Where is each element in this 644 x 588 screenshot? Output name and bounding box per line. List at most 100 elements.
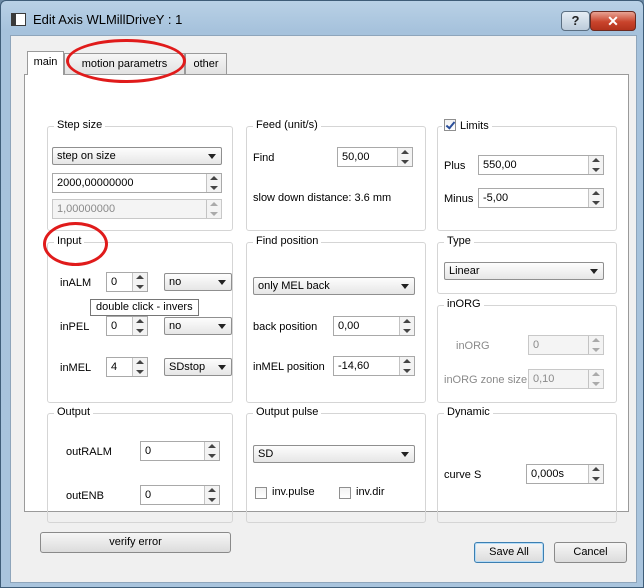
- spin-buttons[interactable]: [397, 148, 412, 166]
- spin-buttons[interactable]: [206, 174, 221, 192]
- spin-buttons[interactable]: [588, 189, 603, 207]
- spin-up-icon: [592, 372, 600, 376]
- pulse-mode-combo[interactable]: SD: [253, 445, 415, 463]
- spin-up-icon: [401, 150, 409, 154]
- outenb-spin[interactable]: 0: [140, 485, 220, 505]
- spin-up-icon: [210, 202, 218, 206]
- group-output: Output outRALM 0 outENB 0: [47, 406, 233, 523]
- help-button[interactable]: ?: [561, 11, 590, 31]
- inmel-label: inMEL: [60, 362, 92, 374]
- spin-up-icon: [210, 176, 218, 180]
- tab-other[interactable]: other: [185, 53, 227, 74]
- inmel-position-spin[interactable]: -14,60: [333, 356, 415, 376]
- spin-up-icon: [208, 488, 216, 492]
- spin-up-icon: [592, 338, 600, 342]
- annotation-ellipse-inalm: [43, 222, 108, 266]
- inpel-spin[interactable]: 0: [106, 316, 148, 336]
- spin-down-icon: [136, 285, 144, 289]
- combo-value: no: [169, 320, 182, 332]
- chevron-down-icon: [218, 365, 226, 370]
- group-type: Type Linear: [437, 235, 617, 294]
- spin-down-icon: [210, 212, 218, 216]
- chevron-down-icon: [218, 324, 226, 329]
- verify-error-button[interactable]: verify error: [40, 532, 231, 553]
- cancel-button[interactable]: Cancel: [554, 542, 627, 563]
- inorg-zone-label: inORG zone size: [444, 374, 528, 386]
- outralm-spin[interactable]: 0: [140, 441, 220, 461]
- limit-minus-spin[interactable]: -5,00: [478, 188, 604, 208]
- inalm-spin[interactable]: 0: [106, 272, 148, 292]
- chevron-down-icon: [218, 280, 226, 285]
- spin-buttons[interactable]: [132, 317, 147, 335]
- step-size-secondary-spin: 1,00000000: [52, 199, 222, 219]
- combo-value: no: [169, 276, 182, 288]
- inmel-spin[interactable]: 4: [106, 357, 148, 377]
- window-title: Edit Axis WLMillDriveY : 1: [33, 12, 183, 27]
- group-title: inORG: [444, 298, 484, 310]
- inmel-mode-combo[interactable]: SDstop: [164, 358, 232, 376]
- group-limits: Limits Plus 550,00 Minus -5,00: [437, 119, 617, 231]
- find-mode-combo[interactable]: only MEL back: [253, 277, 415, 295]
- spin-buttons[interactable]: [204, 486, 219, 504]
- spin-down-icon: [401, 160, 409, 164]
- spin-buttons: [588, 336, 603, 354]
- spin-value: 4: [111, 361, 118, 373]
- group-title: Output pulse: [253, 406, 322, 418]
- minus-label: Minus: [444, 193, 474, 205]
- inorg-spin: 0: [528, 335, 604, 355]
- spin-value: 0: [533, 339, 540, 351]
- spin-buttons: [206, 200, 221, 218]
- step-size-spin[interactable]: 2000,00000000: [52, 173, 222, 193]
- inv-pulse-checkbox[interactable]: [255, 487, 267, 499]
- spin-value: 0: [145, 489, 152, 501]
- spin-up-icon: [136, 360, 144, 364]
- tab-main[interactable]: main: [27, 51, 64, 75]
- curve-s-label: curve S: [444, 469, 482, 481]
- spin-down-icon: [592, 168, 600, 172]
- step-mode-combo[interactable]: step on size: [52, 147, 222, 165]
- group-title: Feed (unit/s): [253, 119, 321, 131]
- curve-s-spin[interactable]: 0,000s: [526, 464, 604, 484]
- inpel-label: inPEL: [60, 321, 90, 333]
- combo-value: SDstop: [169, 361, 206, 373]
- annotation-ellipse-tab: [66, 39, 186, 83]
- spin-buttons[interactable]: [588, 465, 603, 483]
- find-label: Find: [253, 152, 275, 164]
- group-title: Output: [54, 406, 94, 418]
- spin-buttons[interactable]: [588, 156, 603, 174]
- titlebar[interactable]: Edit Axis WLMillDriveY : 1 ? ✕: [1, 1, 643, 35]
- spin-value: 50,00: [342, 151, 370, 163]
- type-combo[interactable]: Linear: [444, 262, 604, 280]
- limit-plus-spin[interactable]: 550,00: [478, 155, 604, 175]
- spin-buttons[interactable]: [132, 273, 147, 291]
- inalm-mode-combo[interactable]: no: [164, 273, 232, 291]
- limits-checkbox[interactable]: [444, 119, 456, 131]
- inpel-mode-combo[interactable]: no: [164, 317, 232, 335]
- spin-value: 0,10: [533, 373, 555, 385]
- tooltip: double click - invers: [90, 299, 199, 316]
- save-all-button[interactable]: Save All: [474, 542, 544, 563]
- outenb-label: outENB: [66, 490, 104, 502]
- spin-up-icon: [592, 158, 600, 162]
- spin-down-icon: [592, 348, 600, 352]
- spin-buttons[interactable]: [204, 442, 219, 460]
- spin-value: -5,00: [483, 192, 509, 204]
- outralm-label: outRALM: [66, 446, 112, 458]
- back-position-spin[interactable]: 0,00: [333, 316, 415, 336]
- spin-down-icon: [403, 329, 411, 333]
- find-feed-spin[interactable]: 50,00: [337, 147, 413, 167]
- combo-value: Linear: [449, 265, 480, 277]
- group-title: Find position: [253, 235, 322, 247]
- inv-dir-checkbox[interactable]: [339, 487, 351, 499]
- spin-buttons[interactable]: [399, 317, 414, 335]
- close-button[interactable]: ✕: [590, 11, 636, 31]
- spin-buttons[interactable]: [132, 358, 147, 376]
- spin-down-icon: [136, 329, 144, 333]
- plus-label: Plus: [444, 160, 466, 172]
- spin-buttons[interactable]: [399, 357, 414, 375]
- spin-down-icon: [403, 369, 411, 373]
- app-window-icon: [11, 13, 26, 26]
- spin-value: 2000,00000000: [57, 177, 134, 189]
- spin-value: 550,00: [483, 159, 517, 171]
- chevron-down-icon: [590, 269, 598, 274]
